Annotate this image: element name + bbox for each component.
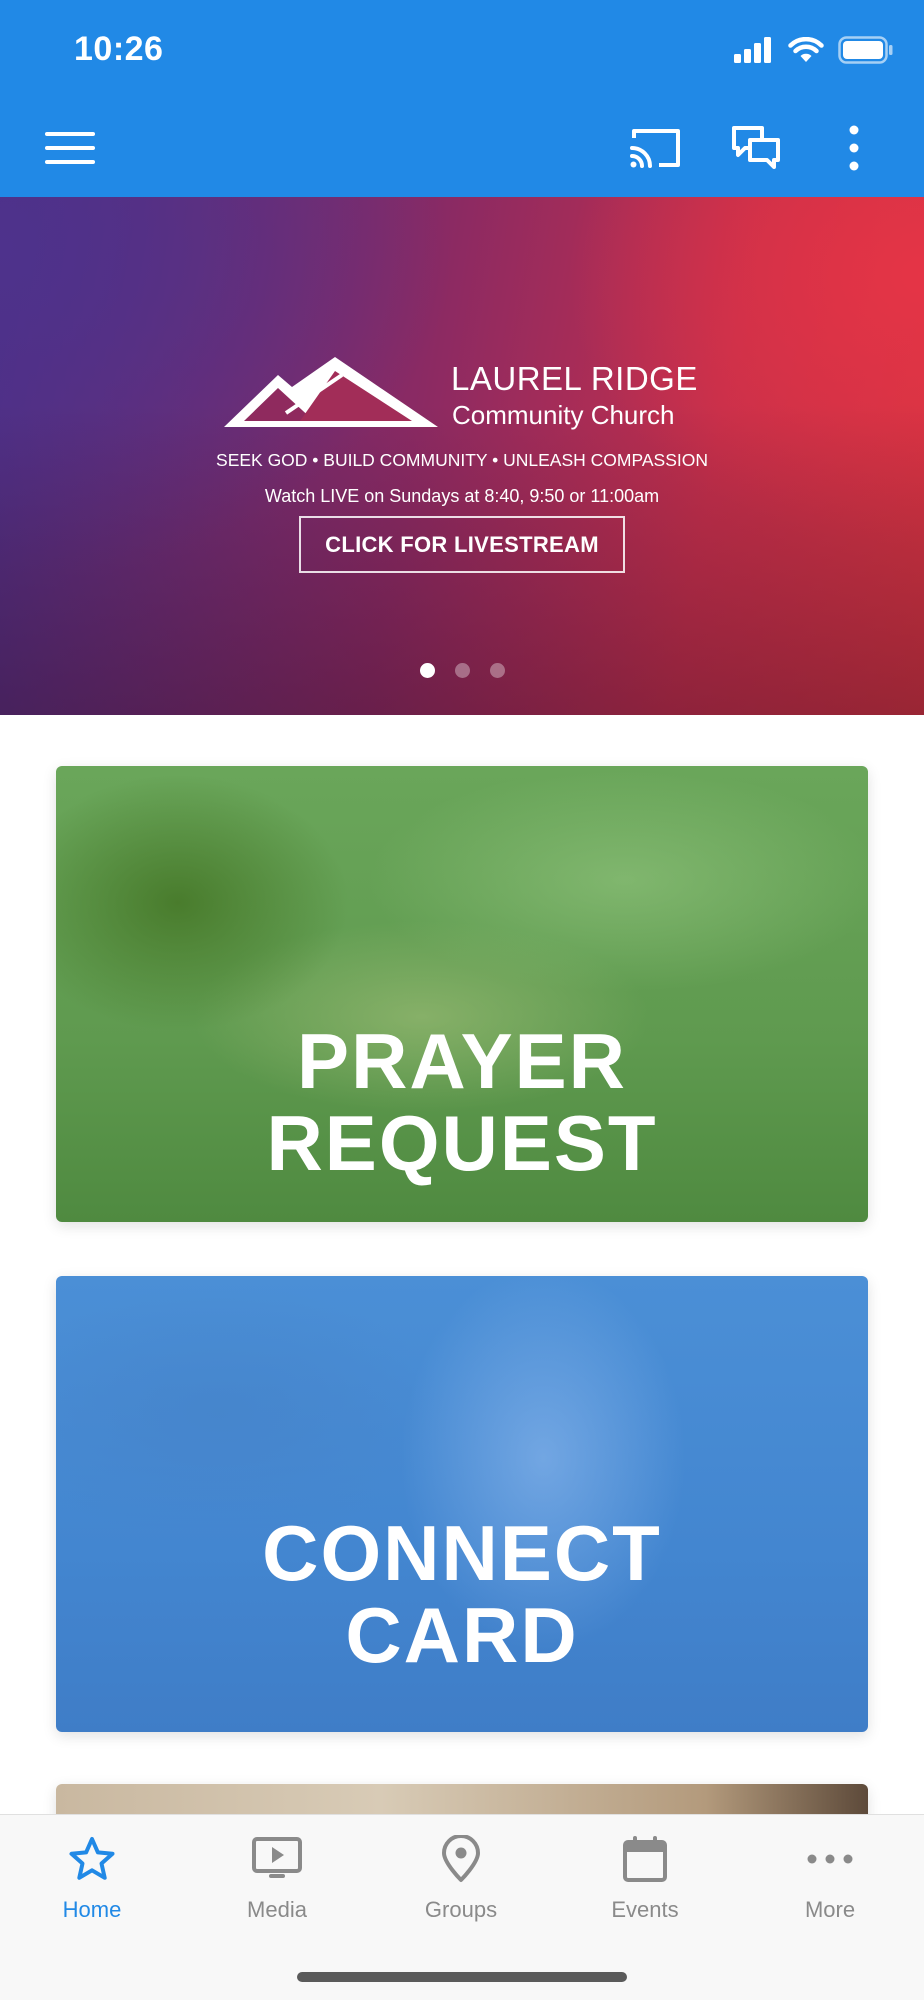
church-name: LAUREL RIDGE — [451, 360, 698, 397]
connect-card[interactable]: CONNECT CARD — [56, 1276, 868, 1732]
chat-button[interactable] — [726, 118, 786, 178]
prayer-request-card[interactable]: PRAYER REQUEST — [56, 766, 868, 1222]
menu-icon — [45, 132, 95, 164]
wifi-icon — [788, 37, 824, 62]
home-indicator[interactable] — [297, 1972, 627, 1982]
card-title: PRAYER REQUEST — [56, 1017, 868, 1187]
tab-label: Groups — [424, 1897, 498, 1922]
carousel-dot[interactable] — [489, 663, 505, 678]
tab-label: More — [804, 1897, 856, 1922]
mountain-logo-icon — [224, 357, 438, 427]
carousel-dot[interactable] — [419, 663, 435, 678]
chat-icon — [732, 126, 780, 169]
calendar-icon — [619, 1833, 671, 1885]
carousel-dot[interactable] — [454, 663, 470, 678]
card-title-line: CONNECT — [262, 1509, 662, 1597]
tab-home[interactable]: Home — [12, 1833, 172, 1933]
tab-label: Events — [611, 1897, 679, 1922]
more-options-button[interactable] — [824, 118, 884, 178]
livestream-button[interactable]: CLICK FOR LIVESTREAM — [299, 516, 625, 573]
signal-icon — [734, 37, 771, 63]
tab-label: Home — [62, 1897, 122, 1922]
battery-icon — [838, 36, 893, 64]
hero-slide: LAUREL RIDGE Community Church SEEK GOD •… — [0, 197, 924, 715]
tab-media[interactable]: Media — [197, 1833, 357, 1933]
card-title: CONNECT CARD — [56, 1509, 868, 1679]
location-pin-icon — [435, 1833, 487, 1885]
status-time: 10:26 — [74, 30, 164, 68]
tab-label: Media — [247, 1897, 307, 1922]
cast-icon — [630, 129, 680, 168]
status-bar: 10:26 — [0, 0, 924, 100]
livestream-times: Watch LIVE on Sundays at 8:40, 9:50 or 1… — [264, 486, 660, 506]
media-play-icon — [251, 1833, 303, 1885]
church-tagline: SEEK GOD • BUILD COMMUNITY • UNLEASH COM… — [216, 450, 708, 470]
tab-groups[interactable]: Groups — [381, 1833, 541, 1933]
more-vertical-icon — [849, 125, 859, 171]
tab-events[interactable]: Events — [565, 1833, 725, 1933]
church-subtitle: Community Church — [452, 400, 675, 430]
menu-button[interactable] — [40, 118, 100, 178]
app-bar — [0, 100, 924, 197]
carousel-pagination — [0, 663, 924, 678]
hero-carousel[interactable]: LAUREL RIDGE Community Church SEEK GOD •… — [0, 197, 924, 715]
cast-button[interactable] — [626, 118, 686, 178]
card-title-line: REQUEST — [266, 1098, 658, 1187]
card-title-line: PRAYER — [297, 1017, 627, 1105]
card-title-line: CARD — [345, 1590, 579, 1679]
tab-more[interactable]: More — [750, 1833, 910, 1933]
star-icon — [66, 1833, 118, 1885]
more-horizontal-icon — [804, 1833, 856, 1885]
status-icons — [734, 36, 894, 64]
